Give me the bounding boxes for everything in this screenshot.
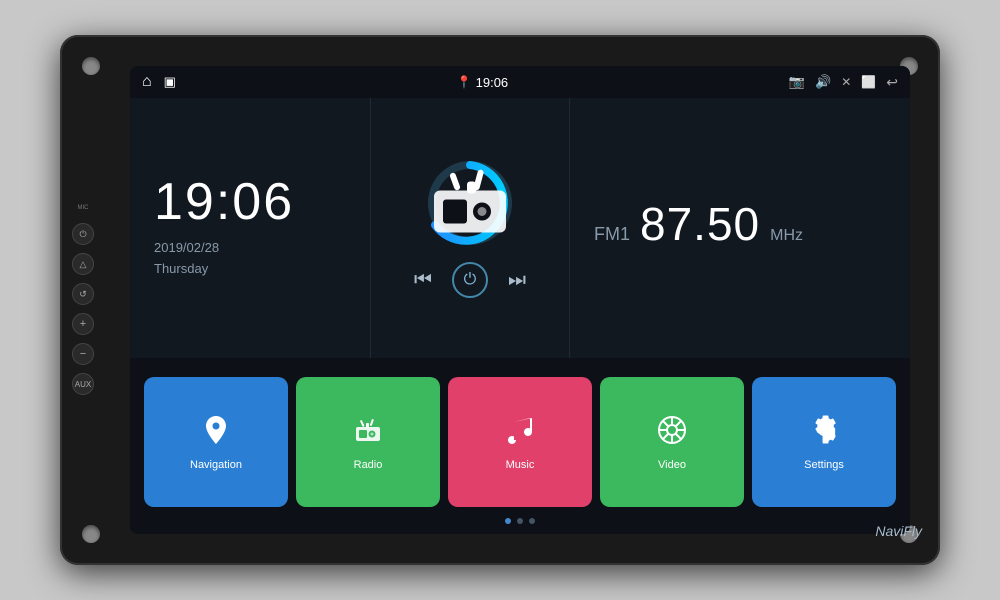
location-icon: 📍: [457, 75, 472, 89]
prev-button[interactable]: ⏮: [414, 269, 432, 292]
close-icon[interactable]: ✕: [841, 75, 851, 89]
settings-label: Settings: [804, 459, 844, 471]
radio-circle: [425, 158, 515, 248]
dot-2: [517, 518, 523, 524]
power-button[interactable]: ⏻: [72, 223, 94, 245]
vol-up-button[interactable]: +: [72, 313, 94, 335]
mic-label: MIC: [78, 205, 89, 211]
pagination: [144, 518, 896, 530]
radio-icon: [425, 155, 515, 252]
video-label: Video: [658, 459, 686, 471]
time-display: 19:06: [154, 176, 346, 228]
fm-panel: FM1 87.50 MHz: [570, 98, 910, 358]
home-button[interactable]: △: [72, 253, 94, 275]
radio-panel: ⏮ ⏻ ⏭: [370, 98, 570, 358]
device: MIC ⏻ △ ↺ + − AUX ⌂ ▣ 📍 19:06 📷 🔊: [60, 35, 940, 565]
window-icon[interactable]: ⬜: [861, 75, 876, 89]
navigation-label: Navigation: [190, 459, 242, 471]
aux-button[interactable]: AUX: [72, 373, 94, 395]
radio-app-icon: [352, 414, 384, 451]
home-icon[interactable]: ⌂: [142, 73, 152, 91]
app-grid-container: Navigation: [130, 358, 910, 534]
app-navigation[interactable]: Navigation: [144, 377, 288, 507]
music-label: Music: [506, 459, 535, 471]
next-button[interactable]: ⏭: [508, 269, 526, 292]
storage-icon: ▣: [164, 74, 176, 90]
vol-down-button[interactable]: −: [72, 343, 94, 365]
volume-icon[interactable]: 🔊: [815, 74, 831, 90]
video-icon: [656, 414, 688, 451]
mount-hole-tl: [82, 57, 100, 75]
top-section: 19:06 2019/02/28 Thursday: [130, 98, 910, 358]
radio-label: Radio: [354, 459, 383, 471]
fm-unit: MHz: [770, 227, 803, 245]
camera-icon[interactable]: 📷: [789, 74, 805, 90]
fm-info: FM1 87.50 MHz: [594, 197, 886, 251]
mount-hole-bl: [82, 525, 100, 543]
music-icon: [504, 414, 536, 451]
date-display: 2019/02/28 Thursday: [154, 238, 346, 280]
fm-label: FM1: [594, 224, 630, 245]
radio-controls: ⏮ ⏻ ⏭: [414, 262, 526, 298]
app-music[interactable]: Music: [448, 377, 592, 507]
radio-power-button[interactable]: ⏻: [452, 262, 488, 298]
status-time: 19:06: [476, 75, 509, 90]
back-button[interactable]: ↺: [72, 283, 94, 305]
screen: ⌂ ▣ 📍 19:06 📷 🔊 ✕ ⬜ ↩: [130, 66, 910, 534]
left-controls: MIC ⏻ △ ↺ + − AUX: [72, 205, 94, 395]
status-bar: ⌂ ▣ 📍 19:06 📷 🔊 ✕ ⬜ ↩: [130, 66, 910, 98]
settings-icon: [808, 414, 840, 451]
app-grid: Navigation: [144, 366, 896, 518]
app-video[interactable]: Video: [600, 377, 744, 507]
fm-frequency: 87.50: [640, 197, 760, 251]
brand-label: NaviFly: [875, 523, 922, 539]
navigation-icon: [200, 414, 232, 451]
android-back-icon[interactable]: ↩: [886, 74, 898, 91]
app-settings[interactable]: Settings: [752, 377, 896, 507]
dot-1: [505, 518, 511, 524]
dot-3: [529, 518, 535, 524]
info-panel: 19:06 2019/02/28 Thursday: [130, 98, 370, 358]
app-radio[interactable]: Radio: [296, 377, 440, 507]
